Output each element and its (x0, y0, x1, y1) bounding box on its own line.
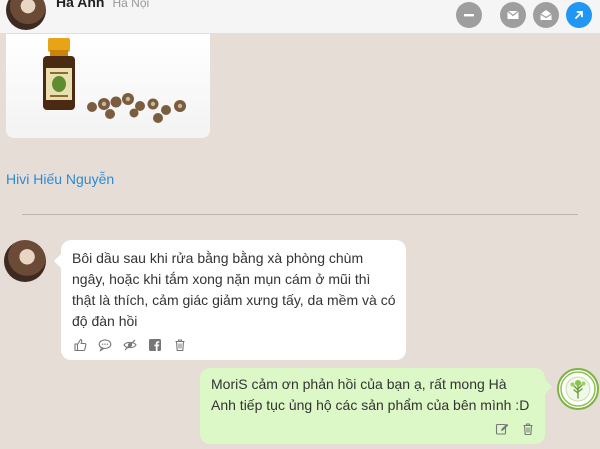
edit-button[interactable] (495, 422, 509, 436)
customer-message-actions (73, 338, 187, 352)
comment-icon (98, 339, 112, 352)
edit-icon (495, 423, 509, 435)
minimize-button[interactable] (456, 2, 482, 28)
comment-button[interactable] (98, 338, 112, 352)
product-image[interactable] (6, 34, 210, 138)
section-divider (22, 214, 578, 215)
customer-message-bubble: Bôi dầu sau khi rửa bằng bằng xà phòng c… (54, 240, 406, 360)
minus-icon (464, 14, 474, 17)
shop-reply-text: MoriS cảm ơn phản hồi của bạn ạ, rất mon… (211, 376, 530, 413)
facebook-icon (149, 339, 161, 351)
facebook-button[interactable] (148, 338, 162, 352)
author-link[interactable]: Hivi Hiếu Nguyễn (6, 171, 114, 187)
hide-icon (123, 339, 137, 351)
moris-logo-icon (560, 371, 596, 407)
like-button[interactable] (73, 338, 87, 352)
customer-message-text: Bôi dầu sau khi rửa bằng bằng xà phòng c… (72, 250, 396, 329)
header-user-name: Hà Anh Hà Nội (56, 0, 149, 10)
delete-button[interactable] (173, 338, 187, 352)
moringa-oil-bottle-image (43, 38, 186, 123)
delete-reply-button[interactable] (521, 422, 535, 436)
trash-icon (523, 423, 533, 436)
mail-open-icon (540, 10, 552, 20)
hide-button[interactable] (123, 338, 137, 352)
user-name: Hà Anh (56, 0, 105, 10)
trash-icon (175, 339, 185, 352)
customer-avatar[interactable] (4, 240, 46, 282)
shop-reply-bubble: MoriS cảm ơn phản hồi của bạn ạ, rất mon… (200, 368, 552, 444)
like-icon (74, 338, 87, 352)
external-link-icon (575, 11, 583, 19)
header-avatar[interactable] (6, 0, 46, 30)
chat-header: Hà Anh Hà Nội (0, 0, 600, 34)
mail-button[interactable] (500, 2, 526, 28)
user-location: Hà Nội (112, 0, 150, 10)
shop-reply-actions (495, 422, 535, 436)
shop-avatar[interactable] (557, 368, 599, 410)
mail-open-button[interactable] (533, 2, 559, 28)
open-external-button[interactable] (566, 2, 592, 28)
mail-icon (507, 10, 519, 19)
